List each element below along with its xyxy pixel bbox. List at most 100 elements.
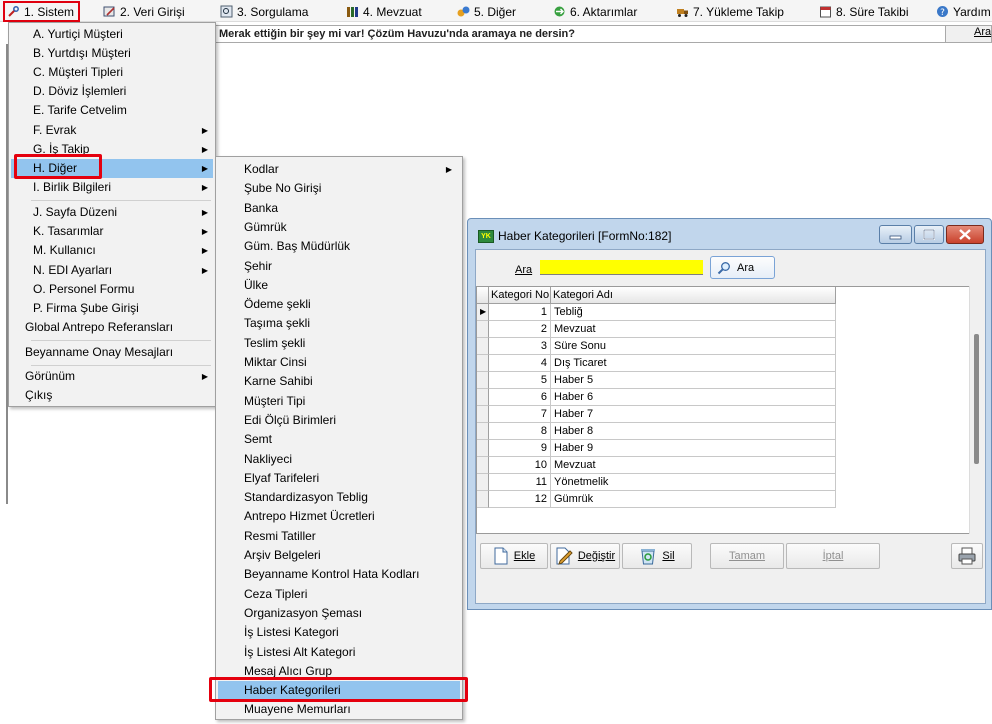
submenu-item-teslim-sekli[interactable]: Teslim şekli	[218, 334, 460, 353]
submenu-item-odeme-sekli[interactable]: Ödeme şekli	[218, 295, 460, 314]
sil-button[interactable]: Sil	[622, 543, 692, 569]
iptal-button[interactable]: İptal	[786, 543, 880, 569]
menu-item-edi-ayarlari[interactable]: N. EDI Ayarları ▶	[11, 261, 213, 280]
search-button[interactable]: Ara	[945, 26, 991, 42]
menu-sorgulama[interactable]: 3. Sorgulama	[220, 2, 308, 21]
menu-item-sayfa-duzeni[interactable]: J. Sayfa Düzeni ▶	[11, 203, 213, 222]
submenu-arrow-icon: ▶	[201, 266, 208, 275]
submenu-item-beyanname-kontrol-hata[interactable]: Beyanname Kontrol Hata Kodları	[218, 565, 460, 584]
menu-item-gorunum[interactable]: Görünüm ▶	[11, 367, 213, 386]
cell-kategori-adi: Gümrük	[551, 491, 836, 508]
maximize-button[interactable]	[914, 225, 944, 244]
submenu-item-organizasyon-semasi[interactable]: Organizasyon Şeması	[218, 604, 460, 623]
submenu-item-is-listesi-alt-kategori[interactable]: İş Listesi Alt Kategori	[218, 643, 460, 662]
cell-kategori-no: 9	[489, 440, 551, 457]
submenu-item-antrepo-hizmet-ucretleri[interactable]: Antrepo Hizmet Ücretleri	[218, 507, 460, 526]
submenu-item-label: Müşteri Tipi	[244, 393, 306, 408]
category-search-button[interactable]: Ara	[710, 256, 775, 279]
menu-mevzuat[interactable]: 4. Mevzuat	[346, 2, 422, 21]
submenu-arrow-icon: ▶	[201, 183, 208, 192]
table-row[interactable]: 8 Haber 8	[477, 423, 836, 440]
row-indicator	[477, 321, 489, 338]
row-indicator	[477, 491, 489, 508]
table-row[interactable]: 5 Haber 5	[477, 372, 836, 389]
menu-item-yurtici-musteri[interactable]: A. Yurtiçi Müşteri	[11, 25, 213, 44]
submenu-item-gumruk[interactable]: Gümrük	[218, 218, 460, 237]
submenu-item-sube-no[interactable]: Şube No Girişi	[218, 179, 460, 198]
menu-sistem-label: 1. Sistem	[24, 4, 75, 19]
table-row[interactable]: 3 Süre Sonu	[477, 338, 836, 355]
submenu-item-musteri-tipi[interactable]: Müşteri Tipi	[218, 392, 460, 411]
menu-sure-takibi[interactable]: 8. Süre Takibi	[819, 2, 909, 21]
submenu-item-label: Organizasyon Şeması	[244, 605, 363, 620]
table-row[interactable]: ▶ 1 Tebliğ	[477, 304, 836, 321]
menu-item-evrak[interactable]: F. Evrak ▶	[11, 121, 213, 140]
dialog-title: Haber Kategorileri [FormNo:182]	[498, 229, 672, 243]
table-row[interactable]: 11 Yönetmelik	[477, 474, 836, 491]
menu-yardim[interactable]: ? Yardım	[936, 2, 991, 21]
tamam-button[interactable]: Tamam	[710, 543, 784, 569]
menu-item-kullanici[interactable]: M. Kullanıcı ▶	[11, 241, 213, 260]
submenu-item-arsiv-belgeleri[interactable]: Arşiv Belgeleri	[218, 546, 460, 565]
menu-item-personel-formu[interactable]: O. Personel Formu	[11, 280, 213, 299]
menu-item-firma-sube-girisi[interactable]: P. Firma Şube Girişi	[11, 299, 213, 318]
menu-item-beyanname-onay[interactable]: Beyanname Onay Mesajları	[11, 343, 213, 362]
row-indicator	[477, 406, 489, 423]
menu-item-cikis[interactable]: Çıkış	[11, 386, 213, 405]
close-button[interactable]	[946, 225, 984, 244]
submenu-item-label: Ülke	[244, 277, 269, 292]
menu-sistem[interactable]: 1. Sistem	[3, 1, 81, 22]
grid-vertical-scrollbar[interactable]	[969, 286, 985, 534]
submenu-item-kodlar[interactable]: Kodlar ▶	[218, 160, 460, 179]
table-row[interactable]: 4 Dış Ticaret	[477, 355, 836, 372]
submenu-item-sehir[interactable]: Şehir	[218, 257, 460, 276]
table-row[interactable]: 9 Haber 9	[477, 440, 836, 457]
menu-item-birlik-bilgileri[interactable]: I. Birlik Bilgileri ▶	[11, 178, 213, 197]
submenu-item-karne-sahibi[interactable]: Karne Sahibi	[218, 372, 460, 391]
menu-item-label: Görünüm	[25, 369, 76, 383]
submenu-item-edi-olcu-birimleri[interactable]: Edi Ölçü Birimleri	[218, 411, 460, 430]
menu-item-musteri-tipleri[interactable]: C. Müşteri Tipleri	[11, 63, 213, 82]
menu-diger[interactable]: 5. Diğer	[457, 2, 516, 21]
submenu-item-tasima-sekli[interactable]: Taşıma şekli	[218, 314, 460, 333]
submenu-item-elyaf-tarifeleri[interactable]: Elyaf Tarifeleri	[218, 469, 460, 488]
menu-veri-girisi[interactable]: 2. Veri Girişi	[103, 2, 185, 21]
menu-aktarimlar[interactable]: 6. Aktarımlar	[553, 2, 637, 21]
submenu-item-muayene-memurlari[interactable]: Muayene Memurları	[218, 700, 460, 719]
submenu-item-nakliyeci[interactable]: Nakliyeci	[218, 450, 460, 469]
print-button[interactable]	[951, 543, 983, 569]
row-indicator	[477, 423, 489, 440]
minimize-icon	[889, 235, 902, 240]
table-row[interactable]: 7 Haber 7	[477, 406, 836, 423]
solution-pool-search-bar[interactable]: Merak ettiğin bir şey mi var! Çözüm Havu…	[215, 25, 992, 43]
menu-yardim-label: Yardım	[953, 4, 991, 19]
degistir-button[interactable]: Değiştir	[550, 543, 620, 569]
submenu-item-is-listesi-kategori[interactable]: İş Listesi Kategori	[218, 623, 460, 642]
column-header-kategori-no[interactable]: Kategori No	[489, 287, 551, 304]
table-row[interactable]: 2 Mevzuat	[477, 321, 836, 338]
table-row[interactable]: 12 Gümrük	[477, 491, 836, 508]
scrollbar-thumb[interactable]	[974, 334, 979, 464]
submenu-item-miktar-cinsi[interactable]: Miktar Cinsi	[218, 353, 460, 372]
table-row[interactable]: 6 Haber 6	[477, 389, 836, 406]
menu-item-tarife-cetvelim[interactable]: E. Tarife Cetvelim	[11, 101, 213, 120]
menu-item-yurtdisi-musteri[interactable]: B. Yurtdışı Müşteri	[11, 44, 213, 63]
submenu-item-ceza-tipleri[interactable]: Ceza Tipleri	[218, 585, 460, 604]
ekle-button[interactable]: Ekle	[480, 543, 548, 569]
submenu-item-standardizasyon-teblig[interactable]: Standardizasyon Teblig	[218, 488, 460, 507]
table-row[interactable]: 10 Mevzuat	[477, 457, 836, 474]
column-header-kategori-adi[interactable]: Kategori Adı	[551, 287, 836, 304]
menu-item-global-antrepo[interactable]: Global Antrepo Referansları	[11, 318, 213, 337]
menu-item-doviz-islemleri[interactable]: D. Döviz İşlemleri	[11, 82, 213, 101]
category-search-input[interactable]	[540, 260, 703, 275]
submenu-item-ulke[interactable]: Ülke	[218, 276, 460, 295]
minimize-button[interactable]	[879, 225, 912, 244]
cell-kategori-no: 1	[489, 304, 551, 321]
submenu-item-banka[interactable]: Banka	[218, 199, 460, 218]
submenu-item-gum-bas-mudurluk[interactable]: Güm. Baş Müdürlük	[218, 237, 460, 256]
menu-item-tasarimlar[interactable]: K. Tasarımlar ▶	[11, 222, 213, 241]
submenu-item-semt[interactable]: Semt	[218, 430, 460, 449]
row-indicator	[477, 338, 489, 355]
submenu-item-resmi-tatiller[interactable]: Resmi Tatiller	[218, 527, 460, 546]
menu-yukleme-takip[interactable]: 7. Yükleme Takip	[676, 2, 784, 21]
